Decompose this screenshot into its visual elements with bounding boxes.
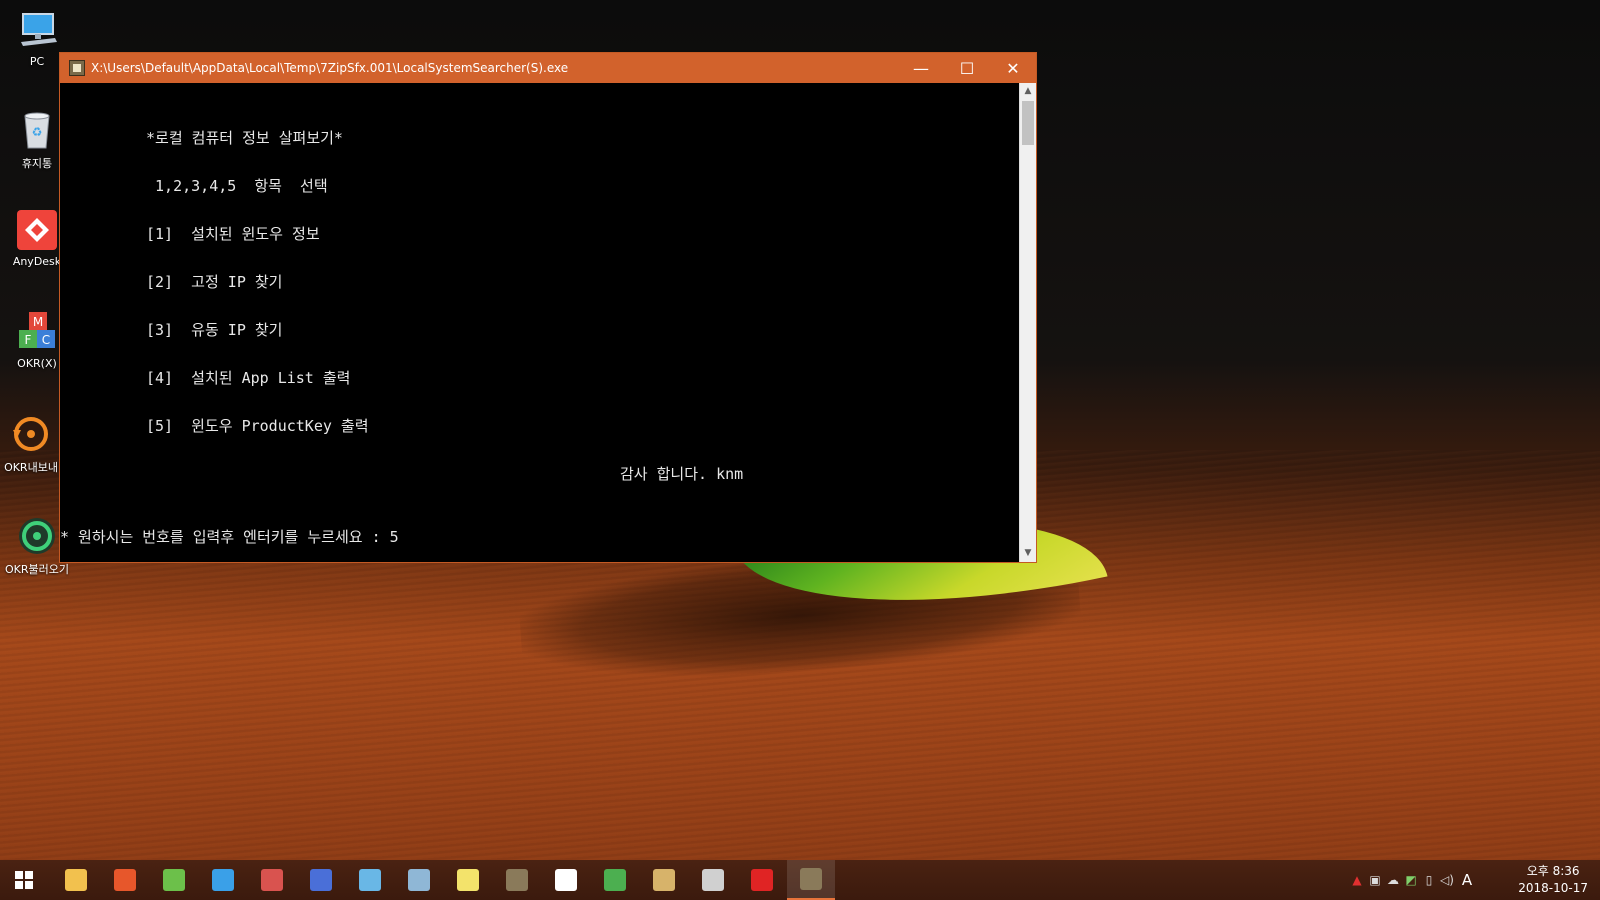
taskbar-app-button[interactable] bbox=[542, 860, 590, 900]
system-tray: ▲ ▣ ☁ ◩ ▯ ◁) A bbox=[1348, 860, 1478, 900]
console-option-2: [2] 고정 IP 찾기 bbox=[146, 273, 283, 291]
taskbar-app-button[interactable] bbox=[150, 860, 198, 900]
console-prompt[interactable]: * 원하시는 번호를 입력후 엔터키를 누르세요 : 5 bbox=[60, 526, 399, 547]
taskbar-app-button[interactable] bbox=[787, 860, 835, 900]
taskbar-app-button[interactable] bbox=[493, 860, 541, 900]
active-app-icon bbox=[800, 868, 822, 890]
archive-app-icon bbox=[653, 869, 675, 891]
file-explorer-icon bbox=[65, 869, 87, 891]
console-output[interactable]: *로컬 컴퓨터 정보 살펴보기* 1,2,3,4,5 항목 선택 [1] 설치된… bbox=[60, 83, 1020, 562]
computer-icon bbox=[15, 8, 59, 52]
taskbar-app-button[interactable] bbox=[101, 860, 149, 900]
system-searcher-icon bbox=[69, 60, 85, 76]
vertical-scrollbar[interactable]: ▲ ▼ bbox=[1019, 83, 1036, 562]
volume-icon[interactable]: ◁) bbox=[1438, 860, 1456, 900]
ime-indicator[interactable]: A bbox=[1456, 860, 1478, 900]
taskbar: ▲ ▣ ☁ ◩ ▯ ◁) A 오후 8:36 2018-10-17 bbox=[0, 860, 1600, 900]
console-option-4: [4] 설치된 App List 출력 bbox=[146, 369, 351, 387]
desktop-icon-label: OKR내보내 bbox=[4, 461, 58, 474]
close-app-icon bbox=[751, 869, 773, 891]
taskbar-app-button[interactable] bbox=[52, 860, 100, 900]
chrome-icon bbox=[604, 869, 626, 891]
okr-x-icon: M F C bbox=[15, 310, 59, 354]
window-title: X:\Users\Default\AppData\Local\Temp\7Zip… bbox=[91, 61, 569, 75]
user-app-icon bbox=[310, 869, 332, 891]
capture-app-icon bbox=[555, 869, 577, 891]
taskbar-app-button[interactable] bbox=[689, 860, 737, 900]
close-button[interactable]: ✕ bbox=[990, 53, 1036, 83]
scroll-thumb[interactable] bbox=[1022, 101, 1034, 145]
console-thanks: 감사 합니다. knm bbox=[620, 465, 744, 483]
start-button[interactable] bbox=[0, 860, 48, 900]
console-heading: *로컬 컴퓨터 정보 살펴보기* bbox=[146, 129, 343, 147]
svg-text:M: M bbox=[33, 315, 43, 329]
system-searcher-icon bbox=[506, 869, 528, 891]
clock-time: 오후 8:36 bbox=[1526, 864, 1580, 878]
sail-app-icon bbox=[212, 869, 234, 891]
taskbar-app-button[interactable] bbox=[640, 860, 688, 900]
taskbar-app-button[interactable] bbox=[346, 860, 394, 900]
desktop-icon-okr-export[interactable]: OKR내보내 bbox=[0, 412, 68, 475]
usb-icon[interactable]: ▯ bbox=[1420, 860, 1438, 900]
okr-export-icon bbox=[9, 412, 53, 456]
tools-app-icon bbox=[702, 869, 724, 891]
taskbar-app-button[interactable] bbox=[395, 860, 443, 900]
recycle-bin-icon: ♻ bbox=[15, 108, 59, 152]
cloud-icon[interactable]: ☁ bbox=[1384, 860, 1402, 900]
taskbar-app-button[interactable] bbox=[444, 860, 492, 900]
puzzle-app-icon bbox=[163, 869, 185, 891]
console-instruction: 1,2,3,4,5 항목 선택 bbox=[146, 177, 328, 195]
scroll-up-icon[interactable]: ▲ bbox=[1020, 83, 1036, 100]
console-option-1: [1] 설치된 윈도우 정보 bbox=[146, 225, 320, 243]
svg-text:♻: ♻ bbox=[32, 125, 43, 139]
document-app-icon bbox=[359, 869, 381, 891]
monitor-icon[interactable]: ▣ bbox=[1366, 860, 1384, 900]
taskbar-app-button[interactable] bbox=[738, 860, 786, 900]
network-alert-icon[interactable]: ▲ bbox=[1348, 860, 1366, 900]
gallery-app-icon bbox=[408, 869, 430, 891]
minimize-button[interactable]: — bbox=[898, 53, 944, 83]
disk-app-icon bbox=[261, 869, 283, 891]
okr-import-icon bbox=[15, 514, 59, 558]
bird-app-icon bbox=[457, 869, 479, 891]
taskbar-app-button[interactable] bbox=[297, 860, 345, 900]
maximize-button[interactable]: ☐ bbox=[944, 53, 990, 83]
taskbar-app-button[interactable] bbox=[591, 860, 639, 900]
console-option-3: [3] 유동 IP 찾기 bbox=[146, 321, 283, 339]
scroll-down-icon[interactable]: ▼ bbox=[1020, 545, 1036, 562]
clock-date: 2018-10-17 bbox=[1518, 881, 1588, 895]
console-option-5: [5] 윈도우 ProductKey 출력 bbox=[146, 417, 369, 435]
security-icon[interactable]: ◩ bbox=[1402, 860, 1420, 900]
console-window[interactable]: X:\Users\Default\AppData\Local\Temp\7Zip… bbox=[59, 52, 1037, 563]
svg-text:F: F bbox=[25, 333, 32, 347]
desktop-icon-label: OKR불러오기 bbox=[5, 563, 69, 576]
svg-text:C: C bbox=[42, 333, 50, 347]
anydesk-icon bbox=[15, 208, 59, 252]
paint-app-icon bbox=[114, 869, 136, 891]
windows-start-icon bbox=[15, 871, 33, 889]
window-titlebar[interactable]: X:\Users\Default\AppData\Local\Temp\7Zip… bbox=[60, 53, 1036, 83]
taskbar-app-button[interactable] bbox=[199, 860, 247, 900]
taskbar-app-button[interactable] bbox=[248, 860, 296, 900]
taskbar-clock[interactable]: 오후 8:36 2018-10-17 bbox=[1518, 863, 1588, 897]
